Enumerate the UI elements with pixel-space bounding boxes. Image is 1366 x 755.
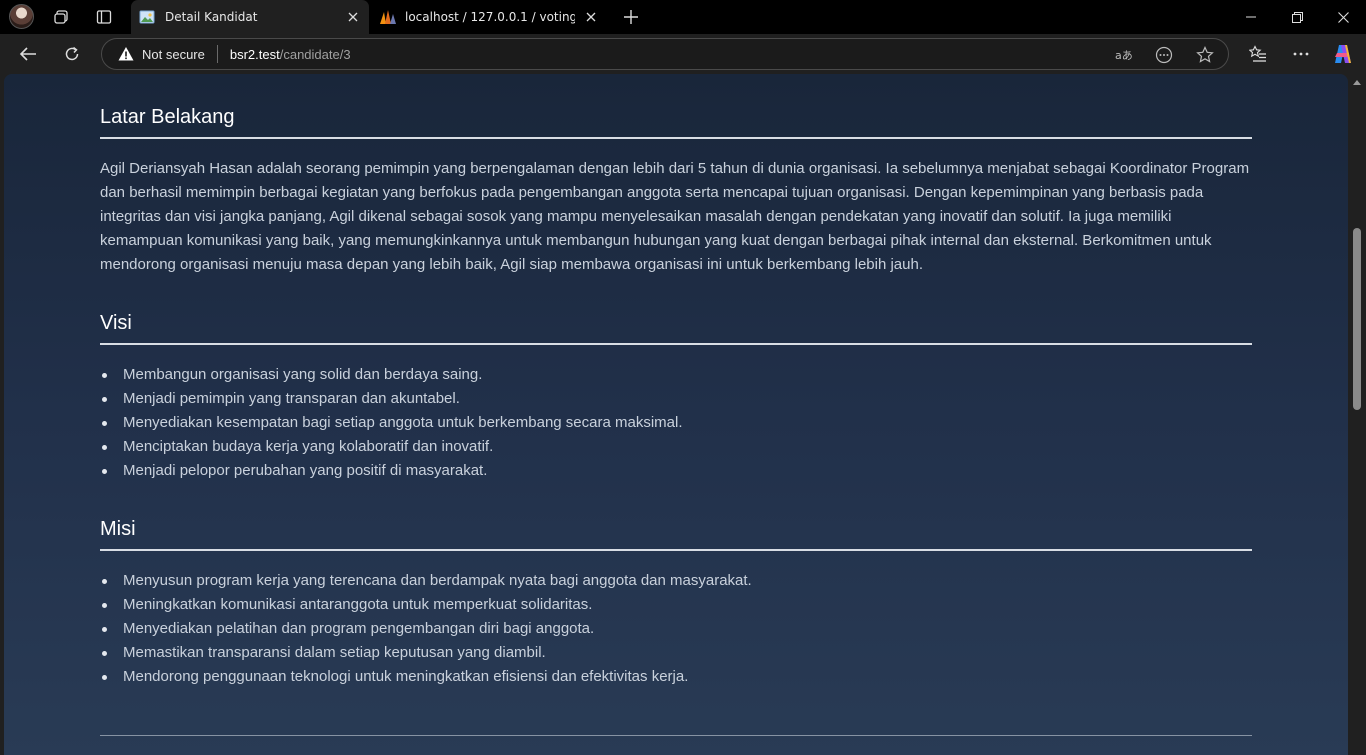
security-label[interactable]: Not secure <box>142 47 205 62</box>
page-viewport: Latar Belakang Agil Deriansyah Hasan ada… <box>0 74 1366 755</box>
url-path: /candidate/3 <box>279 46 351 62</box>
svg-text:aあ: aあ <box>1115 49 1133 62</box>
address-bar[interactable]: Not secure bsr2.test/candidate/3 aあ <box>101 38 1229 70</box>
browser-toolbar: Not secure bsr2.test/candidate/3 aあ <box>0 34 1366 74</box>
back-arrow-icon[interactable] <box>14 40 42 68</box>
misi-item: Menyusun program kerja yang terencana da… <box>102 569 1252 593</box>
tab-title: localhost / 127.0.0.1 / voting | phpMyAd… <box>405 10 575 24</box>
warning-triangle-icon[interactable] <box>118 46 134 62</box>
phpmyadmin-favicon-icon <box>379 9 396 25</box>
tab-close-icon[interactable] <box>583 9 599 25</box>
misi-item: Menyediakan pelatihan dan program pengem… <box>102 617 1252 641</box>
tab-strip: Detail Kandidat localhost / 127.0.0.1 / … <box>0 0 1366 34</box>
page-scrollbar[interactable] <box>1348 74 1366 755</box>
scroll-up-arrow-icon[interactable] <box>1353 80 1361 85</box>
restore-icon[interactable] <box>1274 0 1320 34</box>
scroll-thumb[interactable] <box>1353 228 1361 410</box>
url-host: bsr2.test <box>229 46 280 62</box>
tab-actions-icon[interactable] <box>93 6 115 28</box>
read-aloud-translate-icon[interactable]: aあ <box>1115 46 1133 64</box>
background-heading: Latar Belakang <box>100 106 235 128</box>
visi-item: Menjadi pelopor perubahan yang positif d… <box>102 459 1252 483</box>
tab-title: Detail Kandidat <box>165 10 258 24</box>
new-tab-plus-icon[interactable] <box>620 6 642 28</box>
visi-section: Visi Membangun organisasi yang solid dan… <box>100 312 1252 483</box>
favorite-star-icon[interactable] <box>1196 46 1214 64</box>
tab-phpmyadmin[interactable]: localhost / 127.0.0.1 / voting | phpMyAd… <box>371 0 607 34</box>
more-page-info-icon[interactable] <box>1155 46 1173 64</box>
address-separator <box>216 45 218 63</box>
misi-item: Mendorong penggunaan teknologi untuk men… <box>102 665 1252 689</box>
visi-item: Menjadi pemimpin yang transparan dan aku… <box>102 387 1252 411</box>
misi-item: Meningkatkan komunikasi antaranggota unt… <box>102 593 1252 617</box>
favorites-list-icon[interactable] <box>1244 40 1272 68</box>
misi-section: Misi Menyusun program kerja yang terenca… <box>100 518 1252 689</box>
background-text: Agil Deriansyah Hasan adalah seorang pem… <box>100 160 1250 273</box>
tab-close-icon[interactable] <box>345 9 361 25</box>
misi-list: Menyusun program kerja yang terencana da… <box>100 569 1252 689</box>
workspaces-icon[interactable] <box>51 6 73 28</box>
copilot-icon[interactable] <box>1329 40 1357 68</box>
candidate-detail-page: Latar Belakang Agil Deriansyah Hasan ada… <box>4 74 1348 755</box>
misi-divider <box>100 549 1252 551</box>
image-favicon-icon <box>139 9 155 25</box>
background-divider <box>100 137 1252 139</box>
visi-item: Menyediakan kesempatan bagi setiap anggo… <box>102 411 1252 435</box>
refresh-icon[interactable] <box>58 40 86 68</box>
visi-list: Membangun organisasi yang solid dan berd… <box>100 363 1252 483</box>
visi-divider <box>100 343 1252 345</box>
background-section: Latar Belakang Agil Deriansyah Hasan ada… <box>100 106 1252 277</box>
profile-avatar[interactable] <box>9 4 34 29</box>
visi-item: Menciptakan budaya kerja yang kolaborati… <box>102 435 1252 459</box>
misi-heading: Misi <box>100 518 136 540</box>
visi-item: Membangun organisasi yang solid dan berd… <box>102 363 1252 387</box>
close-window-icon[interactable] <box>1320 0 1366 34</box>
minimize-icon[interactable] <box>1228 0 1274 34</box>
more-menu-icon[interactable] <box>1287 40 1315 68</box>
footer-divider <box>100 735 1252 736</box>
visi-heading: Visi <box>100 312 132 334</box>
tab-detail-kandidat[interactable]: Detail Kandidat <box>131 0 369 34</box>
misi-item: Memastikan transparansi dalam setiap kep… <box>102 641 1252 665</box>
